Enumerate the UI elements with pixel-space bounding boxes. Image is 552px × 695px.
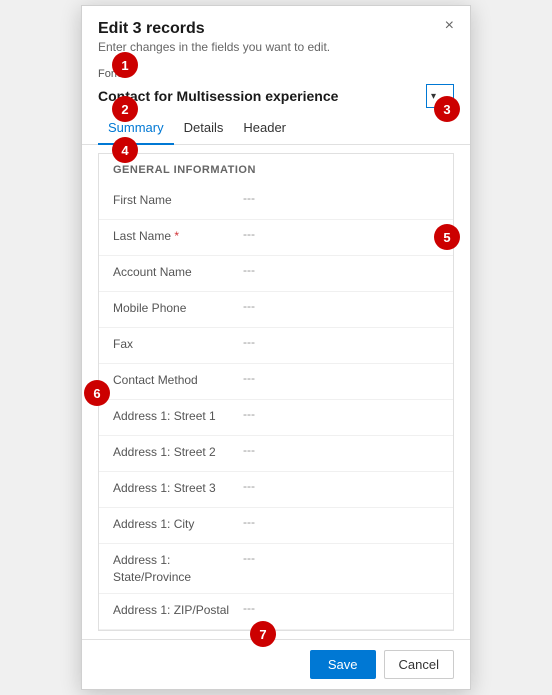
field-value[interactable]: --- (243, 227, 439, 241)
table-row: First Name--- (99, 184, 453, 220)
field-label: First Name (113, 191, 243, 209)
table-row: Address 1: ZIP/Postal--- (99, 594, 453, 630)
required-indicator: * (171, 229, 179, 243)
table-row: Account Name--- (99, 256, 453, 292)
table-row: Address 1: Street 2--- (99, 436, 453, 472)
field-label: Mobile Phone (113, 299, 243, 317)
field-value[interactable]: --- (243, 407, 439, 421)
tab-details[interactable]: Details (174, 114, 234, 145)
field-label: Last Name * (113, 227, 243, 245)
table-row: Address 1: State/Province--- (99, 544, 453, 594)
annotation-4: 4 (112, 137, 138, 163)
table-row: Mobile Phone--- (99, 292, 453, 328)
form-name: Contact for Multisession experience (98, 88, 422, 104)
field-label: Address 1: State/Province (113, 551, 243, 586)
field-label: Account Name (113, 263, 243, 281)
field-label: Address 1: Street 2 (113, 443, 243, 461)
chevron-down-icon: ▾ (431, 91, 436, 102)
field-value[interactable]: --- (243, 371, 439, 385)
table-row: Address 1: Street 1--- (99, 400, 453, 436)
field-value[interactable]: --- (243, 601, 439, 615)
annotation-2: 2 (112, 96, 138, 122)
field-value[interactable]: --- (243, 263, 439, 277)
annotation-1: 1 (112, 52, 138, 78)
field-label: Contact Method (113, 371, 243, 389)
table-row: Contact Method--- (99, 364, 453, 400)
form-section: Form (82, 60, 470, 84)
field-label: Address 1: ZIP/Postal (113, 601, 243, 619)
close-button[interactable]: × (441, 16, 458, 36)
field-value[interactable]: --- (243, 191, 439, 205)
field-label: Address 1: City (113, 515, 243, 533)
field-value[interactable]: --- (243, 335, 439, 349)
table-row: Last Name *--- (99, 220, 453, 256)
annotation-5: 5 (434, 224, 460, 250)
field-label: Address 1: Street 3 (113, 479, 243, 497)
field-value[interactable]: --- (243, 551, 439, 565)
dialog-footer: Save Cancel (82, 639, 470, 689)
tab-summary[interactable]: Summary (98, 114, 174, 145)
annotation-3: 3 (434, 96, 460, 122)
save-button[interactable]: Save (310, 650, 376, 679)
edit-records-dialog: Edit 3 records Enter changes in the fiel… (81, 5, 471, 690)
field-label: Address 1: Street 1 (113, 407, 243, 425)
tab-header[interactable]: Header (233, 114, 296, 145)
table-row: Address 1: Street 3--- (99, 472, 453, 508)
content-area: GENERAL INFORMATION First Name---Last Na… (98, 153, 454, 631)
field-value[interactable]: --- (243, 299, 439, 313)
annotation-6: 6 (84, 380, 110, 406)
field-value[interactable]: --- (243, 479, 439, 493)
field-value[interactable]: --- (243, 443, 439, 457)
page-wrapper: 1 2 3 4 5 6 7 Edit 3 records Enter chang… (0, 0, 552, 695)
form-name-row: Contact for Multisession experience ▾ (82, 84, 470, 114)
tabs-bar: Summary Details Header (82, 114, 470, 145)
dialog-subtitle: Enter changes in the fields you want to … (98, 40, 454, 54)
annotation-7: 7 (250, 621, 276, 647)
table-row: Fax--- (99, 328, 453, 364)
dialog-title: Edit 3 records (98, 20, 454, 38)
fields-container: First Name---Last Name *---Account Name-… (99, 184, 453, 630)
section-title: GENERAL INFORMATION (99, 154, 453, 184)
cancel-button[interactable]: Cancel (384, 650, 454, 679)
field-value[interactable]: --- (243, 515, 439, 529)
dialog-header: Edit 3 records Enter changes in the fiel… (82, 6, 470, 60)
field-label: Fax (113, 335, 243, 353)
table-row: Address 1: City--- (99, 508, 453, 544)
